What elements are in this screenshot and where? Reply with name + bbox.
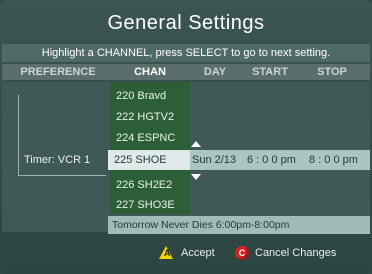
scroll-down-icon[interactable] (191, 174, 201, 180)
selected-stop-time: 8 : 0 0 pm (309, 154, 358, 166)
selected-start-time: 6 : 0 0 pm (247, 154, 296, 166)
accept-button[interactable]: Accept (181, 246, 215, 260)
header-start: START (252, 66, 288, 78)
page-title: General Settings (107, 12, 265, 34)
program-info-bar: Tomorrow Never Dies 6:00pm-8:00pm (108, 216, 370, 234)
selected-channel-label[interactable]: 225 SHOE (114, 150, 167, 170)
timer-preference: Timer: VCR 1 (24, 154, 91, 166)
preference-bracket-bottom (18, 175, 106, 176)
accept-button-icon[interactable]: A (159, 246, 173, 259)
cancel-changes-button[interactable]: Cancel Changes (255, 246, 336, 260)
channel-item[interactable]: 227 SHO3E (116, 195, 190, 215)
header-day: DAY (203, 66, 227, 78)
instruction-bar: Highlight a CHANNEL, press SELECT to go … (2, 44, 370, 62)
channel-item[interactable]: 226 SH2E2 (116, 175, 190, 195)
channel-item[interactable]: 222 HGTV2 (116, 107, 190, 127)
cancel-button-icon[interactable]: C (235, 246, 249, 260)
header-stop: STOP (317, 66, 347, 78)
header-chan: CHAN (134, 66, 166, 78)
cancel-key-label: C (238, 248, 246, 258)
accept-key-label: A (164, 248, 171, 258)
channel-item[interactable]: 220 Bravd (116, 86, 190, 106)
header-preference: PREFERENCE (20, 66, 96, 78)
channel-item[interactable]: 224 ESPNC (116, 128, 190, 148)
scroll-up-icon[interactable] (191, 141, 201, 147)
selected-day: Sun 2/13 (192, 154, 237, 166)
preference-bracket (18, 95, 19, 175)
